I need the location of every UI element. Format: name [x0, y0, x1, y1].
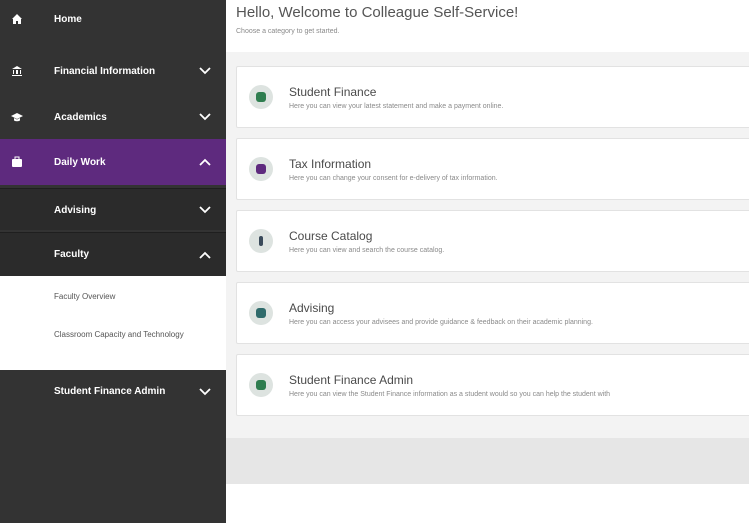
- sidebar-link-label: Classroom Capacity and Technology: [54, 330, 184, 339]
- card-title: Student Finance Admin: [289, 373, 414, 387]
- sidebar-item-daily-work[interactable]: Daily Work: [0, 139, 226, 185]
- page-subtitle: Choose a category to get started.: [236, 28, 340, 35]
- card-course-catalog[interactable]: Course Catalog Here you can view and sea…: [236, 210, 749, 272]
- sidebar-item-label: Home: [54, 14, 82, 25]
- sidebar-link-classroom-capacity[interactable]: Classroom Capacity and Technology: [0, 316, 226, 370]
- finance-icon: [249, 85, 273, 109]
- chevron-down-icon: [199, 67, 211, 75]
- card-title: Tax Information: [289, 157, 372, 171]
- chevron-down-icon: [199, 113, 211, 121]
- card-title: Student Finance: [289, 85, 377, 99]
- tax-icon: [249, 157, 273, 181]
- category-list: Student Finance Here you can view your l…: [226, 52, 749, 438]
- sidebar-item-academics[interactable]: Academics: [0, 96, 226, 138]
- card-tax-information[interactable]: Tax Information Here you can change your…: [236, 138, 749, 200]
- card-description: Here you can view the Student Finance in…: [289, 391, 611, 398]
- sidebar-item-label: Daily Work: [54, 157, 106, 168]
- briefcase-icon: [10, 155, 24, 169]
- chevron-down-icon: [199, 206, 211, 214]
- sidebar-link-label: Faculty Overview: [54, 292, 116, 301]
- main-content: Hello, Welcome to Colleague Self-Service…: [226, 0, 749, 523]
- chevron-up-icon: [199, 158, 211, 166]
- card-description: Here you can access your advisees and pr…: [289, 319, 593, 326]
- catalog-icon: [249, 229, 273, 253]
- home-icon: [10, 12, 24, 26]
- card-description: Here you can view your latest statement …: [289, 103, 504, 110]
- sidebar-item-student-finance-admin[interactable]: Student Finance Admin: [0, 370, 226, 414]
- sidebar-item-label: Academics: [54, 112, 107, 123]
- card-student-finance-admin[interactable]: Student Finance Admin Here you can view …: [236, 354, 749, 416]
- advising-icon: [249, 301, 273, 325]
- graduation-cap-icon: [10, 110, 24, 124]
- sidebar-subitem-faculty[interactable]: Faculty: [0, 232, 226, 276]
- chevron-up-icon: [199, 251, 211, 259]
- sidebar-subitem-label: Faculty: [54, 249, 90, 260]
- card-title: Advising: [289, 301, 335, 315]
- sidebar: Home Financial Information Academics Dai…: [0, 0, 226, 523]
- card-description: Here you can view and search the course …: [289, 247, 445, 254]
- chevron-down-icon: [199, 388, 211, 396]
- sidebar-subitem-label: Advising: [54, 205, 97, 216]
- sidebar-item-label: Financial Information: [54, 66, 156, 77]
- sidebar-item-label: Student Finance Admin: [54, 386, 166, 397]
- sidebar-item-home[interactable]: Home: [0, 0, 226, 42]
- card-title: Course Catalog: [289, 229, 373, 243]
- page-title: Hello, Welcome to Colleague Self-Service…: [236, 4, 519, 21]
- card-advising[interactable]: Advising Here you can access your advise…: [236, 282, 749, 344]
- card-student-finance[interactable]: Student Finance Here you can view your l…: [236, 66, 749, 128]
- card-description: Here you can change your consent for e-d…: [289, 175, 498, 182]
- bank-icon: [10, 64, 24, 78]
- footer-band: [226, 438, 749, 484]
- sidebar-item-financial-information[interactable]: Financial Information: [0, 50, 226, 92]
- sidebar-link-faculty-overview[interactable]: Faculty Overview: [0, 276, 226, 316]
- finance-admin-icon: [249, 373, 273, 397]
- sidebar-subitem-advising[interactable]: Advising: [0, 188, 226, 230]
